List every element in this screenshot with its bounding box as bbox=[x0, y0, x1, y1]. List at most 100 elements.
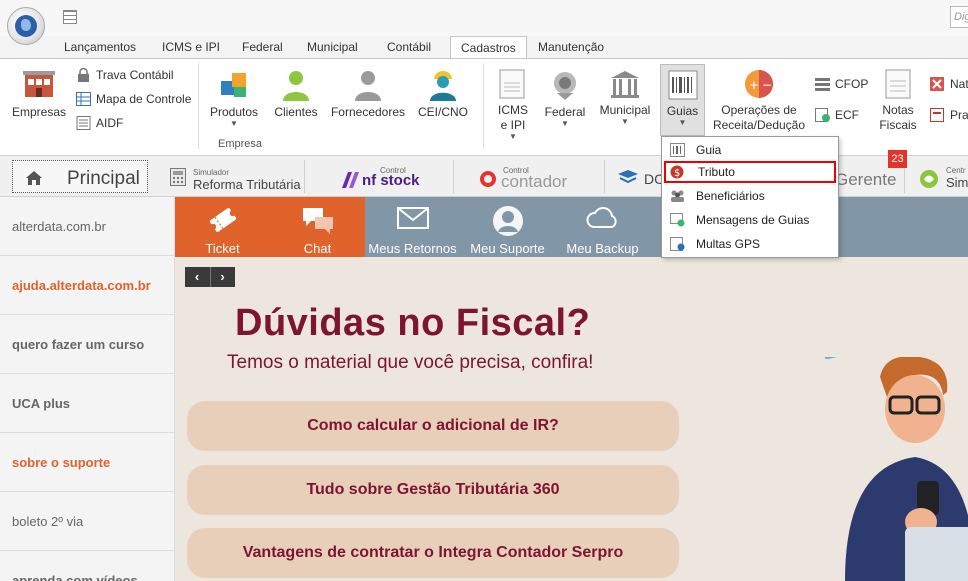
cfop-icon bbox=[815, 78, 830, 91]
meus-retornos-button[interactable]: Meus Retornos bbox=[365, 197, 460, 257]
menu-item-beneficiarios[interactable]: Beneficiários bbox=[664, 185, 836, 207]
module-tab-contador[interactable]: Control contador bbox=[455, 160, 605, 193]
chevron-down-icon: ▼ bbox=[509, 132, 517, 141]
chat-icon bbox=[302, 208, 333, 234]
sidebar-item-suporte[interactable]: sobre o suporte bbox=[0, 433, 175, 492]
federal-button[interactable]: Federal ▼ bbox=[540, 69, 590, 128]
calculator-icon[interactable] bbox=[63, 10, 77, 24]
sidebar-item-label: alterdata.com.br bbox=[12, 219, 106, 234]
chat-label: Chat bbox=[303, 241, 332, 256]
sim-logo-icon bbox=[920, 170, 938, 188]
sidebar-item-alterdata[interactable]: alterdata.com.br bbox=[0, 197, 175, 256]
sidebar-item-label: quero fazer um curso bbox=[12, 337, 145, 352]
sidebar-item-label: boleto 2º via bbox=[12, 514, 84, 529]
sidebar-item-videos[interactable]: aprenda com vídeos bbox=[0, 551, 175, 581]
invoice-icon bbox=[885, 69, 911, 99]
operacoes-label-2: Receita/Dedução bbox=[712, 118, 806, 132]
tab-cadastros[interactable]: Cadastros bbox=[450, 36, 527, 58]
chevron-down-icon: ▼ bbox=[561, 119, 569, 128]
sidebar-item-curso[interactable]: quero fazer um curso bbox=[0, 315, 175, 374]
boxes-icon bbox=[221, 73, 246, 97]
sidebar-item-uca-plus[interactable]: UCA plus bbox=[0, 374, 175, 433]
home-icon bbox=[26, 171, 42, 185]
chevron-right-icon[interactable]: › bbox=[210, 267, 234, 287]
app-logo[interactable] bbox=[7, 7, 45, 45]
nat-button[interactable]: Nat bbox=[930, 75, 968, 93]
icms-ipi-button[interactable]: ICMS e IPI ▼ bbox=[492, 69, 534, 141]
module-tab-sim[interactable]: Centr Sim bbox=[915, 160, 968, 193]
brazil-seal-icon bbox=[554, 72, 576, 100]
operacoes-button[interactable]: + − Operações de Receita/Dedução bbox=[710, 69, 808, 133]
tab-icms-ipi[interactable]: ICMS e IPI bbox=[152, 36, 230, 58]
chevron-down-icon: ▼ bbox=[230, 119, 238, 128]
user-icon bbox=[492, 206, 523, 236]
multas-label: Multas GPS bbox=[696, 237, 761, 251]
sidebar-item-ajuda[interactable]: ajuda.alterdata.com.br bbox=[0, 256, 175, 315]
notification-badge[interactable]: 23 bbox=[888, 150, 907, 168]
plus-minus-icon: + − bbox=[745, 70, 773, 98]
pra-icon bbox=[930, 108, 944, 122]
clientes-button[interactable]: Clientes bbox=[270, 69, 322, 120]
banner-link-adicional-ir[interactable]: Como calcular o adicional de IR? bbox=[187, 401, 679, 451]
module-tab-principal[interactable]: Principal bbox=[12, 160, 148, 193]
meu-backup-label: Meu Backup bbox=[566, 241, 639, 256]
notas-fiscais-button[interactable]: Notas Fiscais bbox=[872, 69, 924, 133]
fornecedores-button[interactable]: Fornecedores bbox=[328, 69, 408, 120]
support-toolbar: Ticket Chat Meus Retornos Meu Suporte Me… bbox=[175, 197, 968, 257]
nat-label: Nat bbox=[950, 77, 968, 91]
aidf-button[interactable]: AIDF bbox=[76, 114, 123, 132]
guias-button[interactable]: Guias ▼ bbox=[660, 64, 705, 136]
nfstock-logo-icon bbox=[342, 172, 359, 188]
trava-contabil-button[interactable]: Trava Contábil bbox=[76, 66, 174, 84]
sidebar-item-label: aprenda com vídeos bbox=[12, 573, 138, 581]
module-tab-dc[interactable]: DC bbox=[606, 160, 664, 193]
cei-cno-button[interactable]: CEI/CNO bbox=[414, 69, 472, 120]
empresas-button[interactable]: Empresas bbox=[10, 69, 68, 120]
ticket-button[interactable]: Ticket bbox=[175, 197, 270, 257]
tab-federal[interactable]: Federal bbox=[232, 36, 293, 58]
cfop-button[interactable]: CFOP bbox=[815, 75, 868, 93]
module-tab-nfstock[interactable]: Control nf stock bbox=[306, 160, 454, 193]
pra-button[interactable]: Pra bbox=[930, 106, 968, 124]
tributo-label: Tributo bbox=[698, 165, 735, 179]
ribbon-separator bbox=[198, 63, 199, 149]
supplier-icon bbox=[355, 71, 381, 101]
ecf-button[interactable]: ECF bbox=[815, 106, 859, 124]
module-tab-simulador[interactable]: Simulador Reforma Tributária bbox=[160, 160, 305, 193]
menu-item-tributo[interactable]: $ Tributo bbox=[664, 161, 836, 183]
tab-manutencao[interactable]: Manutenção bbox=[528, 36, 614, 58]
trava-contabil-label: Trava Contábil bbox=[96, 68, 174, 82]
tab-municipal[interactable]: Municipal bbox=[297, 36, 368, 58]
menu-item-multas-gps[interactable]: Multas GPS bbox=[664, 233, 836, 255]
document-icon bbox=[76, 116, 91, 130]
carousel-nav: ‹ › bbox=[185, 267, 235, 287]
svg-text:+: + bbox=[749, 78, 759, 92]
meus-retornos-label: Meus Retornos bbox=[368, 241, 457, 256]
mensagens-label: Mensagens de Guias bbox=[696, 213, 810, 227]
chat-button[interactable]: Chat bbox=[270, 197, 365, 257]
banner-link-gestao-tributaria[interactable]: Tudo sobre Gestão Tributária 360 bbox=[187, 465, 679, 515]
barcode-icon bbox=[668, 70, 697, 100]
tab-lancamentos[interactable]: Lançamentos bbox=[54, 36, 146, 58]
produtos-button[interactable]: Produtos ▼ bbox=[205, 69, 263, 128]
fornecedores-label: Fornecedores bbox=[330, 105, 406, 119]
meu-suporte-button[interactable]: Meu Suporte bbox=[460, 197, 555, 257]
menu-item-mensagens-guias[interactable]: Mensagens de Guias bbox=[664, 209, 836, 231]
mapa-controle-button[interactable]: Mapa de Controle bbox=[76, 90, 191, 108]
sidebar-item-boleto[interactable]: boleto 2º via bbox=[0, 492, 175, 551]
building-icon bbox=[23, 71, 55, 97]
tributo-icon: $ bbox=[670, 165, 684, 179]
cfop-label: CFOP bbox=[835, 77, 869, 91]
menu-item-guia[interactable]: Guia bbox=[664, 139, 836, 161]
tab-contabil[interactable]: Contábil bbox=[377, 36, 441, 58]
envelope-icon bbox=[396, 207, 429, 229]
meu-backup-button[interactable]: Meu Backup bbox=[555, 197, 650, 257]
banner-link-integra-contador[interactable]: Vantagens de contratar o Integra Contado… bbox=[187, 528, 679, 578]
municipal-button[interactable]: Municipal ▼ bbox=[596, 69, 654, 126]
search-input[interactable]: Dig bbox=[950, 6, 968, 28]
sidebar: alterdata.com.br ajuda.alterdata.com.br … bbox=[0, 197, 175, 581]
chevron-left-icon[interactable]: ‹ bbox=[185, 267, 209, 287]
chevron-down-icon: ▼ bbox=[678, 118, 687, 127]
sim-label: Sim bbox=[946, 175, 968, 190]
empresas-label: Empresas bbox=[11, 105, 67, 119]
